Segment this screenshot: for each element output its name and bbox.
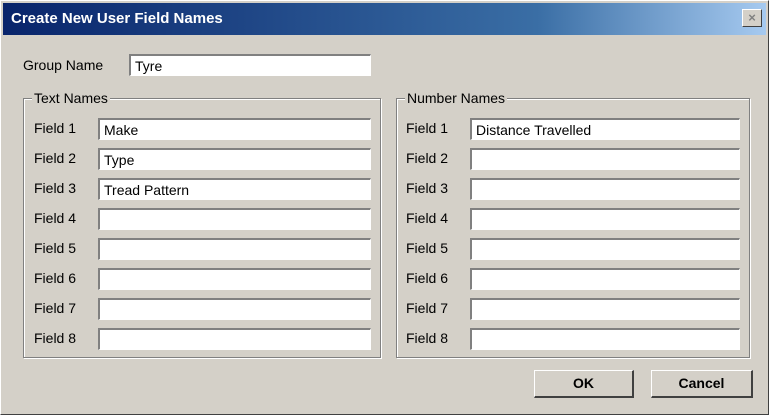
number-name-field-6-input[interactable] bbox=[470, 268, 740, 290]
number-name-field-2-input[interactable] bbox=[470, 148, 740, 170]
text-name-field-1-input[interactable] bbox=[98, 118, 371, 140]
number-name-field-7-label: Field 7 bbox=[406, 300, 449, 316]
text-name-field-1-label: Field 1 bbox=[34, 120, 77, 136]
number-name-field-5-input[interactable] bbox=[470, 238, 740, 260]
text-name-field-7-label: Field 7 bbox=[34, 300, 77, 316]
title-bar: Create New User Field Names × bbox=[3, 3, 766, 35]
number-name-field-3-label: Field 3 bbox=[406, 180, 449, 196]
group-name-label: Group Name bbox=[23, 57, 104, 73]
number-name-field-4-label: Field 4 bbox=[406, 210, 449, 226]
number-name-field-1-input[interactable] bbox=[470, 118, 740, 140]
close-icon: × bbox=[748, 10, 756, 25]
ok-button[interactable]: OK bbox=[534, 370, 634, 398]
number-name-field-8-label: Field 8 bbox=[406, 330, 449, 346]
text-name-field-5-label: Field 5 bbox=[34, 240, 77, 256]
number-name-field-5-label: Field 5 bbox=[406, 240, 449, 256]
text-names-legend: Text Names bbox=[32, 90, 110, 106]
text-name-field-3-input[interactable] bbox=[98, 178, 371, 200]
text-name-field-6-label: Field 6 bbox=[34, 270, 77, 286]
number-name-field-4-input[interactable] bbox=[470, 208, 740, 230]
text-name-field-2-input[interactable] bbox=[98, 148, 371, 170]
text-name-field-3-label: Field 3 bbox=[34, 180, 77, 196]
number-name-field-2-label: Field 2 bbox=[406, 150, 449, 166]
dialog-title: Create New User Field Names bbox=[11, 10, 223, 27]
text-name-field-7-input[interactable] bbox=[98, 298, 371, 320]
cancel-button[interactable]: Cancel bbox=[651, 370, 753, 398]
number-name-field-6-label: Field 6 bbox=[406, 270, 449, 286]
group-name-input[interactable] bbox=[129, 54, 371, 76]
number-name-field-8-input[interactable] bbox=[470, 328, 740, 350]
text-name-field-5-input[interactable] bbox=[98, 238, 371, 260]
text-name-field-2-label: Field 2 bbox=[34, 150, 77, 166]
number-name-field-7-input[interactable] bbox=[470, 298, 740, 320]
close-button[interactable]: × bbox=[742, 9, 762, 27]
create-user-field-names-dialog: Create New User Field Names × Group Name… bbox=[0, 0, 769, 415]
number-name-field-3-input[interactable] bbox=[470, 178, 740, 200]
number-names-legend: Number Names bbox=[405, 90, 508, 106]
number-name-field-1-label: Field 1 bbox=[406, 120, 449, 136]
text-name-field-4-label: Field 4 bbox=[34, 210, 77, 226]
text-name-field-4-input[interactable] bbox=[98, 208, 371, 230]
text-name-field-8-input[interactable] bbox=[98, 328, 371, 350]
text-name-field-6-input[interactable] bbox=[98, 268, 371, 290]
text-name-field-8-label: Field 8 bbox=[34, 330, 77, 346]
